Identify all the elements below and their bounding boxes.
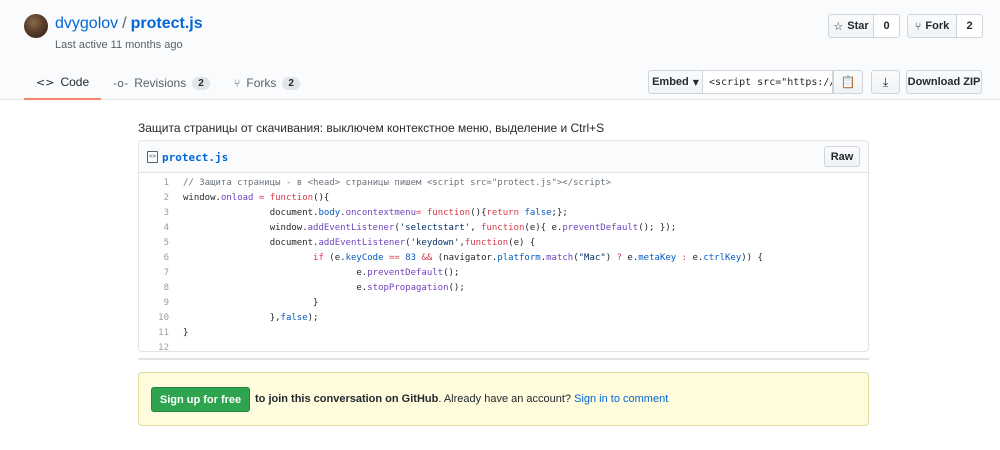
code-line: 2 window.onload = function(){ [139,191,868,206]
gist-header: dvygolov / protect.js Last active 11 month… [0,0,1000,100]
forks-count-badge: 2 [282,76,300,90]
gist-title: dvygolov / protect.js [55,15,203,33]
line-content: window.addEventListener('selectstart', f… [183,223,677,233]
line-number[interactable]: 1 [139,176,169,191]
code-line: 5 document.addEventListener('keydown',fu… [139,236,868,251]
last-active-text: Last active 11 months ago [55,39,183,51]
star-label: Star [847,20,869,32]
fork-icon: ⑂ [914,19,922,33]
star-button[interactable]: ☆ Star [828,14,874,38]
line-number[interactable]: 6 [139,251,169,266]
code-line: 10 },false); [139,311,868,326]
fork-button[interactable]: ⑂ Fork [907,14,957,38]
line-content: if (e.keyCode == 83 && (navigator.platfo… [313,253,763,263]
raw-label: Raw [830,150,854,163]
revisions-count-badge: 2 [192,76,210,90]
gist-description: Защита страницы от скачивания: выключем … [138,121,605,135]
line-number[interactable]: 9 [139,296,169,311]
line-number[interactable]: 5 [139,236,169,251]
raw-button[interactable]: Raw [824,146,860,167]
fork-label: Fork [925,20,950,32]
signup-text: to join this conversation on GitHub. Alr… [255,393,668,405]
tab-revisions[interactable]: -o- Revisions 2 [101,66,222,100]
tab-label: Revisions [134,76,187,90]
owner-link[interactable]: dvygolov [55,15,118,32]
signup-banner: Sign up for free to join this conversati… [138,372,869,426]
copy-embed-button[interactable]: 📋 [833,70,863,94]
star-icon: ☆ [833,19,844,33]
line-number[interactable]: 2 [139,191,169,206]
star-count[interactable]: 0 [874,14,900,38]
line-number[interactable]: 7 [139,266,169,281]
file-container: <> protect.js Raw 1 // Защита страницы - … [138,140,869,352]
gist-name-link[interactable]: protect.js [131,15,203,32]
tab-label: Code [60,75,90,89]
code-line: 12 [139,341,868,351]
clipboard-icon: 📋 [840,75,856,89]
line-number[interactable]: 10 [139,311,169,326]
code-line: 8 e.stopPropagation(); [139,281,868,296]
code-line: 1 // Защита страницы - в <head> страницы … [139,176,868,191]
embed-dropdown-button[interactable]: Embed ▼ [648,70,703,94]
code-line: 9 } [139,296,868,311]
signup-rest-text: . Already have an account? [438,393,575,405]
desktop-download-icon: ⤓ [882,74,889,89]
code-file-icon: <> [147,151,158,163]
fork-icon: ⑂ [233,76,241,90]
open-desktop-button[interactable]: ⤓ [871,70,900,94]
tab-code[interactable]: <> Code [24,66,102,100]
line-number[interactable]: 3 [139,206,169,221]
tab-label: Forks [246,76,277,90]
line-content: document.body.oncontextmenu= function(){… [183,208,568,218]
code-view: 1 // Защита страницы - в <head> страницы … [139,173,868,351]
tab-forks[interactable]: ⑂ Forks 2 [222,66,312,100]
code-line: 4 window.addEventListener('selectstart',… [139,221,868,236]
avatar[interactable] [24,14,48,38]
code-line: 11} [139,326,868,341]
signup-strong-text: to join this conversation on GitHub [255,393,439,405]
line-content: // Защита страницы - в <head> страницы п… [183,178,612,188]
gist-tabs: <> Code -o- Revisions 2 ⑂ Forks 2 [24,66,312,100]
title-separator: / [122,15,127,32]
line-content: window.onload = function(){ [183,193,330,203]
divider [138,358,869,360]
download-zip-label: Download ZIP [907,76,981,88]
chevron-down-icon: ▼ [692,77,699,87]
sign-in-link[interactable]: Sign in to comment [574,393,668,405]
code-line: 7 e.preventDefault(); [139,266,868,281]
fork-count[interactable]: 2 [957,14,983,38]
line-number[interactable]: 12 [139,341,169,351]
line-content: } [183,298,319,308]
code-icon: <> [36,75,55,89]
line-number[interactable]: 4 [139,221,169,236]
file-name-link[interactable]: protect.js [162,151,228,164]
embed-code-value: <script src="https://gist.github.com/dvy… [709,76,832,88]
sign-up-button[interactable]: Sign up for free [151,387,250,412]
line-content: document.addEventListener('keydown',func… [183,238,536,248]
embed-code-input[interactable]: <script src="https://gist.github.com/dvy… [703,70,833,94]
line-number[interactable]: 8 [139,281,169,296]
line-content: e.stopPropagation(); [183,283,465,293]
revisions-icon: -o- [113,76,129,90]
code-line: 6 if (e.keyCode == 83 && (navigator.plat… [139,251,868,266]
line-content: e.preventDefault(); [183,268,460,278]
download-zip-button[interactable]: Download ZIP [906,70,982,94]
line-content: },false); [183,313,319,323]
embed-label: Embed [652,76,689,88]
line-number[interactable]: 11 [139,326,169,341]
code-line: 3 document.body.oncontextmenu= function(… [139,206,868,221]
file-header: <> protect.js Raw [139,141,868,173]
line-content: } [183,328,189,338]
